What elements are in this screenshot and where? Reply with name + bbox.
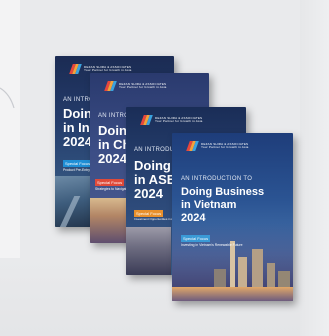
brand-logo-icon	[140, 115, 153, 125]
cover-title-line1: Doing Business	[181, 186, 265, 198]
background-right-strip	[300, 0, 329, 336]
background-decoration	[0, 87, 15, 109]
cover-year: 2024	[98, 151, 127, 166]
cover-year: 2024	[181, 212, 206, 224]
special-focus-badge: Special Focus	[134, 210, 164, 217]
cover-title-line2: in Vietnam	[181, 199, 237, 211]
cover-photo	[90, 198, 130, 243]
cover-year: 2024	[63, 134, 92, 149]
cover-year: 2024	[134, 186, 163, 201]
special-focus-badge: Special Focus	[95, 179, 125, 186]
brand-logo-icon	[186, 141, 199, 151]
brand-logo-icon	[69, 64, 82, 74]
brand-logo-icon	[104, 81, 117, 91]
brand-logo: DEZAN SHIRA & ASSOCIATES Your Partner fo…	[140, 115, 203, 125]
brand-tagline: Your Partner for Growth in Asia	[119, 85, 167, 89]
special-focus-text: Investing in Vietnam's Renewable Future	[181, 243, 243, 247]
brand-tagline: Your Partner for Growth in Asia	[201, 145, 249, 149]
brand-tagline: Your Partner for Growth in Asia	[155, 119, 203, 123]
brand-tagline: Your Partner for Growth in Asia	[84, 68, 132, 72]
special-focus-badge: Special Focus	[63, 160, 93, 167]
brand-logo: DEZAN SHIRA & ASSOCIATES Your Partner fo…	[104, 81, 167, 91]
special-focus-badge: Special Focus	[181, 235, 211, 242]
booklet-vietnam-cover[interactable]: DEZAN SHIRA & ASSOCIATES Your Partner fo…	[172, 133, 293, 301]
cover-photo-river	[172, 287, 293, 301]
cover-intro: AN INTRODUCTION TO	[181, 176, 253, 182]
brand-logo: DEZAN SHIRA & ASSOCIATES Your Partner fo…	[186, 141, 249, 151]
cover-photo	[126, 227, 171, 275]
